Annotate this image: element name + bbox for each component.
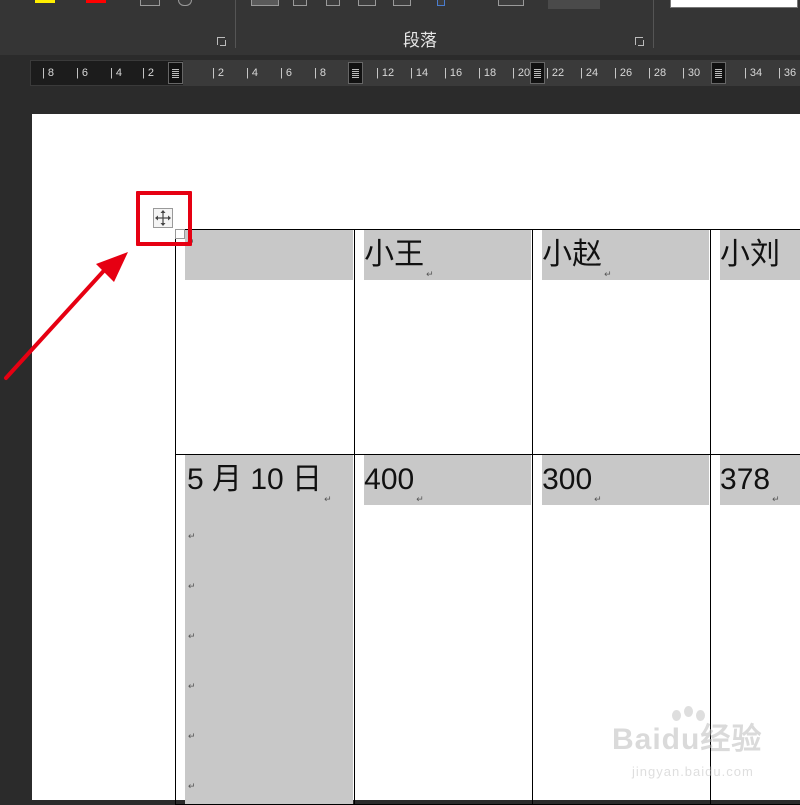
ruler-tick-label: | 6 bbox=[280, 66, 292, 80]
value-liu: 378 bbox=[720, 463, 770, 496]
header-name-wang: 小王 bbox=[364, 238, 424, 271]
ruler-tick-label: | 8 bbox=[314, 66, 326, 80]
ruler-tick-label: | 16 bbox=[444, 66, 462, 80]
paragraph-group-label: 段落 bbox=[380, 26, 460, 51]
table-cell[interactable]: 小赵↵ bbox=[533, 230, 711, 455]
baidu-jingyan-watermark: Baidu经验 jingyan.baidu.com bbox=[612, 714, 800, 794]
table-cell[interactable]: 5 月 10 日↵ ↵ ↵ ↵ ↵ ↵ ↵ bbox=[176, 455, 355, 805]
paragraph-dialog-launcher-icon[interactable] bbox=[635, 37, 644, 46]
highlight-color-swatch[interactable] bbox=[35, 0, 55, 3]
paragraph-mark: ↵ bbox=[416, 494, 424, 504]
paragraph-mark: ↵ bbox=[188, 781, 196, 792]
ruler-tick-label: | 12 bbox=[376, 66, 394, 80]
ruler-tick-label: | 34 bbox=[744, 66, 762, 80]
justify-button[interactable] bbox=[358, 0, 376, 6]
ruler-tick-label: | 8 bbox=[42, 66, 54, 80]
align-center-button[interactable] bbox=[293, 0, 307, 6]
align-right-button[interactable] bbox=[326, 0, 340, 6]
paragraph-mark: ↵ bbox=[426, 269, 434, 279]
styles-gallery[interactable] bbox=[670, 0, 798, 8]
watermark-main-text: Baidu经验 bbox=[612, 714, 762, 758]
table-cell[interactable]: 小刘 bbox=[711, 230, 800, 455]
ruler-tick-label: | 14 bbox=[410, 66, 428, 80]
ruler-tick-label: | 30 bbox=[682, 66, 700, 80]
value-wang: 400 bbox=[364, 463, 414, 496]
paragraph-mark: ↵ bbox=[324, 494, 332, 504]
paragraph-mark: ↵ bbox=[188, 631, 196, 642]
font-color-swatch[interactable] bbox=[86, 0, 106, 3]
ruler-tick-label: | 2 bbox=[142, 66, 154, 80]
ruler-column-marker[interactable] bbox=[711, 62, 726, 84]
ribbon-divider bbox=[653, 0, 654, 48]
paragraph-mark: ↵ bbox=[188, 531, 196, 542]
ruler-tick-label: | 28 bbox=[648, 66, 666, 80]
distribute-button[interactable] bbox=[393, 0, 411, 6]
ruler-tick-label: | 22 bbox=[546, 66, 564, 80]
header-name-liu: 小刘 bbox=[720, 238, 780, 271]
paragraph-mark: ↵ bbox=[604, 269, 612, 279]
watermark-sub-text: jingyan.baidu.com bbox=[632, 764, 754, 779]
paw-icon bbox=[696, 710, 705, 721]
align-left-button[interactable] bbox=[251, 0, 279, 6]
value-zhao: 300 bbox=[542, 463, 592, 496]
ruler-tick-label: | 24 bbox=[580, 66, 598, 80]
ruler-column-marker[interactable] bbox=[530, 62, 545, 84]
borders-button[interactable] bbox=[548, 0, 600, 9]
cell-shading bbox=[185, 455, 353, 804]
line-spacing-button[interactable] bbox=[437, 0, 445, 6]
paragraph-mark: ↵ bbox=[188, 731, 196, 742]
table-cell[interactable]: 小王↵ bbox=[355, 230, 533, 455]
ruler-tick-label: | 20 bbox=[512, 66, 530, 80]
table-cell[interactable]: 400↵ bbox=[355, 455, 533, 805]
vertical-ruler bbox=[0, 95, 32, 800]
table-cell[interactable]: ↵ bbox=[176, 230, 355, 455]
ruler-tick-label: | 4 bbox=[110, 66, 122, 80]
paragraph-mark: ↵ bbox=[188, 581, 196, 592]
paragraph-mark: ↵ bbox=[188, 681, 196, 692]
shading-button[interactable] bbox=[498, 0, 524, 6]
ruler-tick-label: | 6 bbox=[76, 66, 88, 80]
ruler-tick-label: | 2 bbox=[212, 66, 224, 80]
ribbon-divider bbox=[235, 0, 236, 48]
ribbon: 段落 bbox=[0, 0, 800, 55]
ribbon-button[interactable] bbox=[140, 0, 160, 6]
paragraph-mark: ↵ bbox=[772, 494, 780, 504]
paragraph-mark: ↵ bbox=[594, 494, 602, 504]
ruler-tick-label: | 26 bbox=[614, 66, 632, 80]
ruler-tick-label: | 18 bbox=[478, 66, 496, 80]
ruler-column-marker[interactable] bbox=[348, 62, 363, 84]
paw-icon bbox=[684, 706, 693, 717]
header-name-zhao: 小赵 bbox=[542, 238, 602, 271]
ruler-tick-label: | 4 bbox=[246, 66, 258, 80]
row-date: 5 月 10 日 bbox=[187, 463, 322, 496]
annotation-arrow-icon bbox=[0, 240, 150, 400]
annotation-highlight-box bbox=[136, 191, 192, 246]
paw-icon bbox=[672, 710, 681, 721]
font-dialog-launcher-icon[interactable] bbox=[217, 37, 226, 46]
table-row: ↵ 小王↵ 小赵↵ 小刘 bbox=[176, 230, 800, 455]
ribbon-button[interactable] bbox=[178, 0, 192, 6]
ruler-left-indent-marker[interactable] bbox=[168, 62, 183, 84]
ruler-tick-label: | 36 bbox=[778, 66, 796, 80]
